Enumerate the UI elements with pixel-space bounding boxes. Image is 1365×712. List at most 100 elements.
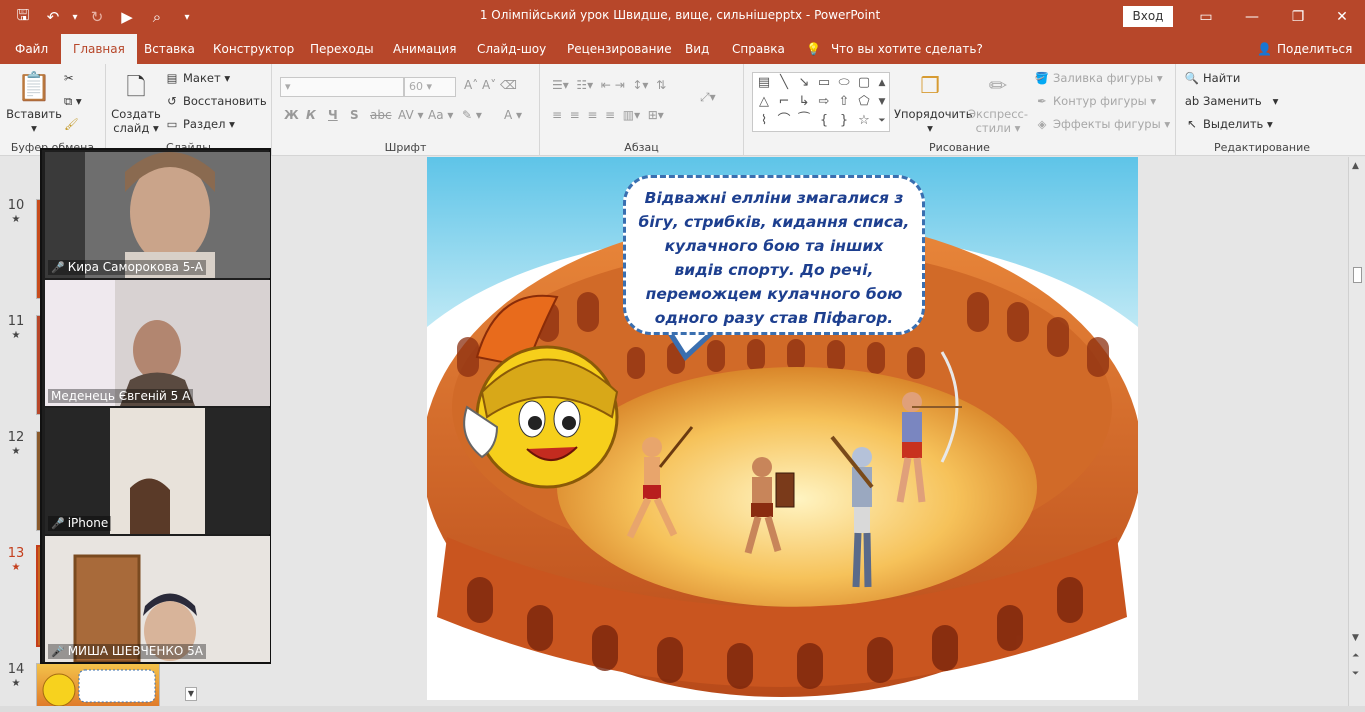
undo-icon[interactable]: ↶ (40, 6, 66, 28)
elbow-arrow-shape-icon[interactable]: ↳ (795, 93, 813, 111)
title-bar: 🖫 ↶ ▾ ↻ ▶ ⌕ ▾ 1 Олімпійський урок Швидше… (0, 0, 1365, 34)
tab-help[interactable]: Справка (732, 34, 785, 64)
gallery-down-icon[interactable]: ▼ (873, 93, 891, 111)
video-tile[interactable]: 🎤 Кира Саморокова 5-А (45, 152, 270, 278)
tab-insert[interactable]: Вставка (144, 34, 195, 64)
tab-file[interactable]: Файл (15, 34, 48, 64)
scroll-down-icon[interactable]: ▼ (1352, 633, 1359, 643)
video-tile[interactable]: 🎤 МИША ШЕВЧЕНКО 5А (45, 536, 270, 662)
curve-shape-icon[interactable]: ⌒ (775, 112, 793, 130)
right-arrow-shape-icon[interactable]: ⇨ (815, 93, 833, 111)
text-direction-icon[interactable]: ⤢▾ (700, 90, 716, 105)
font-size-box[interactable]: 60 ▾ (404, 77, 456, 97)
scroll-down-icon[interactable]: ▼ (185, 687, 197, 701)
sign-in-button[interactable]: Вход (1123, 6, 1173, 27)
strikethrough-icon[interactable]: abc (370, 108, 392, 122)
video-tile[interactable]: Меденець Євгеній 5 А (45, 280, 270, 406)
layout-icon: ▤ (166, 71, 178, 85)
pentagon-shape-icon[interactable]: ⬠ (855, 93, 873, 111)
new-slide-button[interactable]: 🗋 Создать слайд ▾ (110, 70, 162, 135)
oval-shape-icon[interactable]: ⬭ (835, 74, 853, 92)
copy-icon[interactable]: ⧉ ▾ (64, 91, 82, 111)
scroll-up-icon[interactable]: ▲ (1352, 161, 1359, 171)
gallery-up-icon[interactable]: ▲ (873, 74, 891, 92)
customize-qat-icon[interactable]: ▾ (174, 6, 200, 28)
italic-icon[interactable]: К (306, 108, 316, 122)
brace-left-shape-icon[interactable]: { (815, 112, 833, 130)
slide-number-label: 13 (7, 546, 25, 561)
ribbon-display-icon[interactable]: ▭ (1183, 0, 1229, 34)
video-participants-panel[interactable]: 🎤 Кира Саморокова 5-А Меденець Євгеній 5 … (40, 148, 271, 664)
scroll-thumb[interactable] (1353, 267, 1362, 283)
shape-outline-button[interactable]: ✒ Контур фигуры ▾ (1034, 91, 1156, 111)
slide-number-label: 12 (7, 430, 25, 445)
slide-13[interactable]: Відважні елліни змагалися з бігу, стрибк… (427, 157, 1138, 700)
shadow-icon[interactable]: S (350, 108, 359, 122)
align-icon[interactable]: ≡ ≡ ≡ ≡ ▥▾ ⊞▾ (552, 108, 664, 122)
font-name-box[interactable]: ▾ (280, 77, 404, 97)
bold-icon[interactable]: Ж (284, 108, 299, 122)
star-shape-icon[interactable]: ☆ (855, 112, 873, 130)
reset-button[interactable]: ↺ Восстановить (164, 91, 266, 111)
up-arrow-shape-icon[interactable]: ⇧ (835, 93, 853, 111)
tab-animations[interactable]: Анимация (393, 34, 456, 64)
paste-button[interactable]: 📋 Вставить ▾ (6, 70, 62, 135)
video-tile[interactable]: 🎤 iPhone (45, 408, 270, 534)
tab-review[interactable]: Рецензирование (567, 34, 672, 64)
select-button[interactable]: ↖ Выделить ▾ (1184, 114, 1273, 134)
next-slide-icon[interactable]: ⏷ (1352, 669, 1359, 679)
tab-home[interactable]: Главная (61, 34, 137, 64)
save-icon[interactable]: 🖫 (10, 6, 36, 28)
underline-icon[interactable]: Ч (328, 108, 338, 122)
cut-icon[interactable]: ✂ (64, 68, 74, 88)
format-painter-icon[interactable]: 🖌 (64, 114, 79, 134)
tab-design[interactable]: Конструктор (213, 34, 294, 64)
change-case-icon[interactable]: Aa ▾ (428, 108, 453, 122)
group-label-font: Шрифт (384, 141, 427, 154)
start-slideshow-icon[interactable]: ▶ (114, 6, 140, 28)
quick-styles-button[interactable]: ✏ Экспресс- стили ▾ (966, 70, 1030, 135)
section-button[interactable]: ▭ Раздел ▾ (164, 114, 235, 134)
redo-icon[interactable]: ↻ (84, 6, 110, 28)
slide-vertical-scrollbar[interactable]: ▲ ▼ ⏶ ⏷ (1348, 157, 1365, 707)
font-color-icon[interactable]: A ▾ (504, 108, 522, 122)
close-icon[interactable]: ✕ (1319, 0, 1365, 34)
tell-me-search[interactable]: 💡 Что вы хотите сделать? (806, 34, 983, 64)
speech-bubble-text[interactable]: Відважні елліни змагалися з бігу, стрибк… (623, 175, 925, 335)
shapes-gallery[interactable]: ▤ ╲ ↘ ▭ ⬭ ▢ △ ⌐ ↳ ⇨ ⇧ ⬠ ⌇ ⌒ ⁀ { } ☆ ▲ ▼ … (752, 72, 890, 132)
share-button[interactable]: 👤 Поделиться (1257, 34, 1352, 64)
print-preview-icon[interactable]: ⌕ (144, 6, 170, 28)
arc-shape-icon[interactable]: ⁀ (795, 112, 813, 130)
shape-effects-button[interactable]: ◈ Эффекты фигуры ▾ (1034, 114, 1171, 134)
replace-button[interactable]: ab Заменить ▾ (1184, 91, 1279, 111)
maximize-icon[interactable]: ❐ (1275, 0, 1321, 34)
tab-slideshow[interactable]: Слайд-шоу (477, 34, 546, 64)
tab-view[interactable]: Вид (685, 34, 709, 64)
previous-slide-icon[interactable]: ⏶ (1352, 651, 1359, 661)
share-label: Поделиться (1276, 42, 1353, 56)
char-spacing-icon[interactable]: AV ▾ (398, 108, 424, 122)
arrange-button[interactable]: ❒ Упорядочить ▾ (894, 70, 973, 135)
undo-dropdown-icon[interactable]: ▾ (70, 6, 80, 28)
highlight-icon[interactable]: ✎ ▾ (462, 108, 482, 122)
rectangle-shape-icon[interactable]: ▭ (815, 74, 833, 92)
minimize-icon[interactable]: — (1229, 0, 1275, 34)
elbow-shape-icon[interactable]: ⌐ (775, 93, 793, 111)
shape-fill-button[interactable]: 🪣 Заливка фигуры ▾ (1034, 68, 1163, 88)
tab-transitions[interactable]: Переходы (310, 34, 374, 64)
quick-styles-label: Экспресс- (968, 107, 1028, 121)
layout-button[interactable]: ▤ Макет ▾ (164, 68, 231, 88)
rounded-rect-shape-icon[interactable]: ▢ (855, 74, 873, 92)
brace-right-shape-icon[interactable]: } (835, 112, 853, 130)
freeform-shape-icon[interactable]: ⌇ (755, 112, 773, 130)
line-shape-icon[interactable]: ╲ (775, 74, 793, 92)
bullets-icon[interactable]: ☰▾ ☷▾ ⇤ ⇥ ↕▾ ⇅ (552, 78, 666, 92)
font-grow-icon[interactable]: A˄ A˅ ⌫ (464, 78, 517, 92)
textbox-shape-icon[interactable]: ▤ (755, 74, 773, 92)
arrow-line-shape-icon[interactable]: ↘ (795, 74, 813, 92)
group-label-editing: Редактирование (1214, 141, 1310, 154)
find-button[interactable]: 🔍 Найти (1184, 68, 1241, 88)
gallery-more-icon[interactable]: ⏷ (873, 112, 891, 130)
slide-thumbnail-14[interactable] (36, 663, 160, 707)
triangle-shape-icon[interactable]: △ (755, 93, 773, 111)
